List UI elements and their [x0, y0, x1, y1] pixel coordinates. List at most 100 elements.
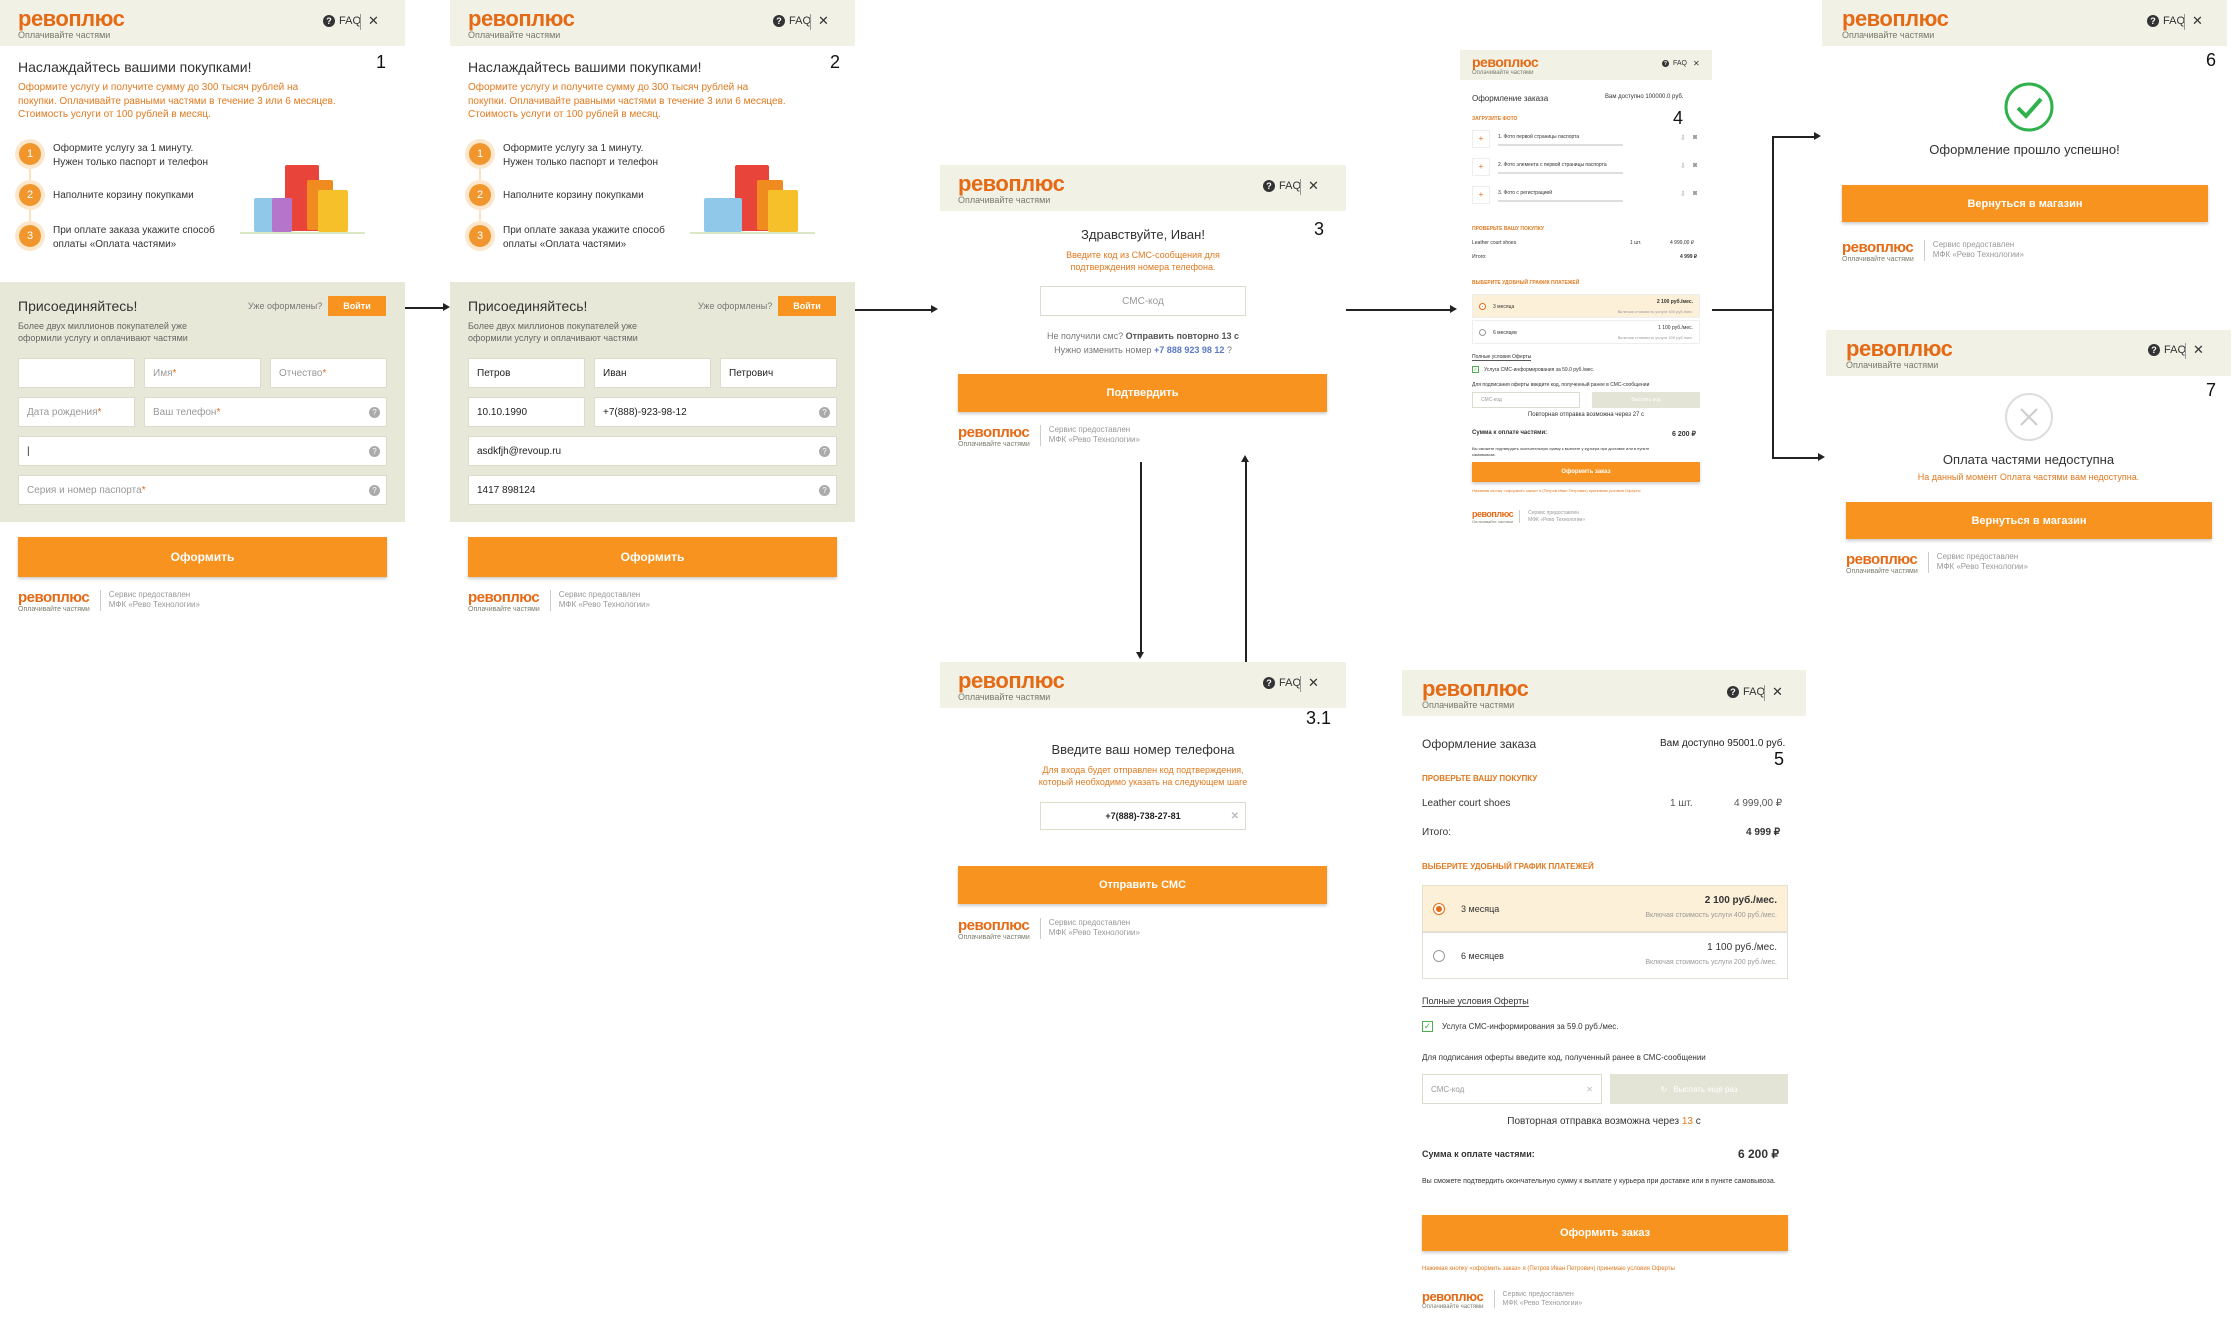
step-2-badge: 2 — [469, 184, 491, 206]
phone-input[interactable]: Ваш телефон *? — [144, 397, 387, 427]
passport-input[interactable]: Серия и номер паспорта *? — [18, 475, 387, 505]
sms-code-input[interactable]: СМС-код — [1472, 392, 1580, 408]
add-photo-icon[interactable]: + — [1472, 158, 1490, 176]
dob-input[interactable]: Дата рождения * — [18, 397, 135, 427]
unavailable-message: Оплата частями недоступна — [1942, 452, 2115, 467]
middle-name-input[interactable]: Петрович — [720, 358, 837, 388]
footer-tagline: Оплачивайте частями — [1842, 256, 1914, 263]
clear-icon[interactable]: ✕ — [1586, 1085, 1593, 1094]
submit-button[interactable]: Оформить — [18, 537, 387, 577]
check-heading: ПРОВЕРЬТЕ ВАШУ ПОКУПКУ — [1472, 226, 1545, 232]
close-icon[interactable]: ✕ — [2193, 343, 2204, 356]
close-icon[interactable]: ✕ — [2192, 14, 2203, 27]
login-button[interactable]: Войти — [778, 296, 836, 316]
sms-info-checkbox[interactable]: ✓ — [1422, 1021, 1433, 1032]
plan-3-radio[interactable] — [1479, 303, 1486, 310]
close-icon[interactable]: ✕ — [368, 14, 379, 27]
help-icon: ? — [2147, 15, 2159, 27]
page-title: Оформление заказа — [1472, 94, 1549, 103]
close-icon[interactable]: ✕ — [818, 14, 829, 27]
step-2-text: Наполните корзину покупками — [503, 190, 644, 201]
upload-icon[interactable]: ⇩ — [1680, 134, 1686, 142]
close-icon[interactable]: ✕ — [1693, 60, 1700, 68]
first-name-input[interactable]: Иван — [594, 358, 711, 388]
intro-text: Оформите услугу и получите сумму до 300 … — [18, 82, 336, 120]
passport-input[interactable]: 1417 898124? — [468, 475, 837, 505]
frame-4-order-upload: ревоплюс Оплачивайте частями ? FAQ ✕ 4 Офо… — [1460, 50, 1712, 570]
intro-text: Оформите услугу и получите сумму до 300 … — [468, 82, 786, 120]
frame-7-unavailable: ревоплюс Оплачивайте частями ? FAQ ✕ 7 Опл… — [1826, 330, 2231, 600]
place-order-button[interactable]: Оформить заказ — [1422, 1215, 1788, 1251]
close-icon[interactable]: ✕ — [1308, 676, 1319, 689]
close-icon[interactable]: ✕ — [1772, 685, 1783, 698]
footer-provider: Сервис предоставлен МФК «Рево Технологии» — [549, 590, 650, 611]
return-to-store-button[interactable]: Вернуться в магазин — [1842, 185, 2208, 222]
sms-code-input[interactable]: СМС-код — [1040, 286, 1246, 316]
help-icon[interactable]: ? — [369, 445, 380, 457]
faq-link[interactable]: ? FAQ — [1727, 686, 1765, 698]
add-photo-icon[interactable]: + — [1472, 186, 1490, 204]
plan-3-months[interactable]: 3 месяца 2 100 руб./мес. Включая стоимос… — [1422, 885, 1788, 932]
return-to-store-button[interactable]: Вернуться в магазин — [1846, 502, 2212, 539]
first-name-input[interactable]: Имя * — [144, 358, 261, 388]
logo: ревоплюс Оплачивайте частями — [1422, 678, 1529, 710]
sms-info-label: Услуга СМС-информирования за 59.0 руб./м… — [1484, 367, 1595, 373]
help-icon[interactable]: ? — [369, 406, 380, 418]
place-order-button[interactable]: Оформить заказ — [1472, 462, 1700, 482]
help-icon[interactable]: ? — [819, 445, 830, 457]
clear-icon[interactable]: ✕ — [1231, 811, 1239, 822]
page-title: Наслаждайтесь вашими покупками! — [468, 59, 702, 75]
faq-link[interactable]: ? FAQ — [1263, 180, 1301, 192]
schedule-heading: ВЫБЕРИТЕ УДОБНЫЙ ГРАФИК ПЛАТЕЖЕЙ — [1472, 280, 1580, 286]
dob-input[interactable]: 10.10.1990 — [468, 397, 585, 427]
help-icon[interactable]: ? — [819, 406, 830, 418]
help-icon: ? — [1263, 677, 1275, 689]
resend-code-button[interactable]: Выслать код — [1592, 392, 1700, 408]
sms-info-checkbox[interactable]: ✓ — [1472, 366, 1479, 373]
faq-link[interactable]: ? FAQ — [1662, 60, 1687, 67]
sms-code-input[interactable]: СМС-код ✕ — [1422, 1074, 1602, 1104]
sms-info-label: Услуга СМС-информирования за 59.0 руб./м… — [1442, 1022, 1619, 1031]
send-sms-button[interactable]: Отправить СМС — [958, 866, 1327, 904]
faq-link[interactable]: ? FAQ — [773, 15, 811, 27]
terms-link[interactable]: Полные условия Оферты — [1472, 354, 1532, 361]
plan-6-months[interactable]: 6 месяцев 1 100 руб./мес. Включая стоимо… — [1472, 320, 1700, 344]
plan-3-radio[interactable] — [1433, 903, 1445, 915]
terms-link[interactable]: Полные условия Оферты — [1422, 996, 1529, 1007]
faq-link[interactable]: ? FAQ — [2148, 344, 2186, 356]
camera-icon[interactable]: ◙ — [1693, 190, 1697, 197]
phone-input[interactable]: +7(888)-738-27-81 ✕ — [1040, 802, 1246, 830]
footer-logo: ревоплюс — [1472, 509, 1514, 519]
change-phone-link[interactable]: +7 888 923 98 12 — [1154, 345, 1224, 355]
footer-provider: Сервис предоставлен МФК «Рево Технологии» — [1923, 240, 2024, 261]
upload-icon[interactable]: ⇩ — [1680, 190, 1686, 198]
plan-6-radio[interactable] — [1479, 329, 1486, 336]
last-name-input[interactable]: Петров — [468, 358, 585, 388]
plan-6-radio[interactable] — [1433, 950, 1445, 962]
upload-icon[interactable]: ⇩ — [1680, 162, 1686, 170]
camera-icon[interactable]: ◙ — [1693, 162, 1697, 169]
plan-6-months[interactable]: 6 месяцев 1 100 руб./мес. Включая стоимо… — [1422, 932, 1788, 979]
plan-3-months[interactable]: 3 месяца 2 100 руб./мес. Включая стоимос… — [1472, 294, 1700, 318]
last-name-input[interactable] — [18, 358, 135, 388]
phone-input[interactable]: +7(888)-923-98-12? — [594, 397, 837, 427]
dob-placeholder: Дата рождения — [27, 406, 98, 418]
help-icon[interactable]: ? — [369, 484, 380, 496]
email-input[interactable]: |? — [18, 436, 387, 466]
footer-provider: Сервис предоставлен МФК «Рево Технологии» — [1039, 425, 1140, 446]
submit-button[interactable]: Оформить — [468, 537, 837, 577]
login-button[interactable]: Войти — [328, 296, 386, 316]
faq-link[interactable]: ? FAQ — [2147, 15, 2185, 27]
faq-link[interactable]: ? FAQ — [323, 15, 361, 27]
close-icon[interactable]: ✕ — [1308, 179, 1319, 192]
resend-code-label: Выслать ещё раз — [1673, 1084, 1738, 1094]
add-photo-icon[interactable]: + — [1472, 130, 1490, 148]
help-icon[interactable]: ? — [819, 484, 830, 496]
camera-icon[interactable]: ◙ — [1693, 134, 1697, 141]
email-input[interactable]: asdkfjh@revoup.ru? — [468, 436, 837, 466]
confirm-button[interactable]: Подтвердить — [958, 374, 1327, 412]
middle-name-input[interactable]: Отчество * — [270, 358, 387, 388]
faq-link[interactable]: ? FAQ — [1263, 677, 1301, 689]
resend-code-button[interactable]: ↻ Выслать ещё раз — [1610, 1074, 1788, 1104]
photo-label-3: 3. Фото с регистрацией — [1498, 190, 1553, 196]
